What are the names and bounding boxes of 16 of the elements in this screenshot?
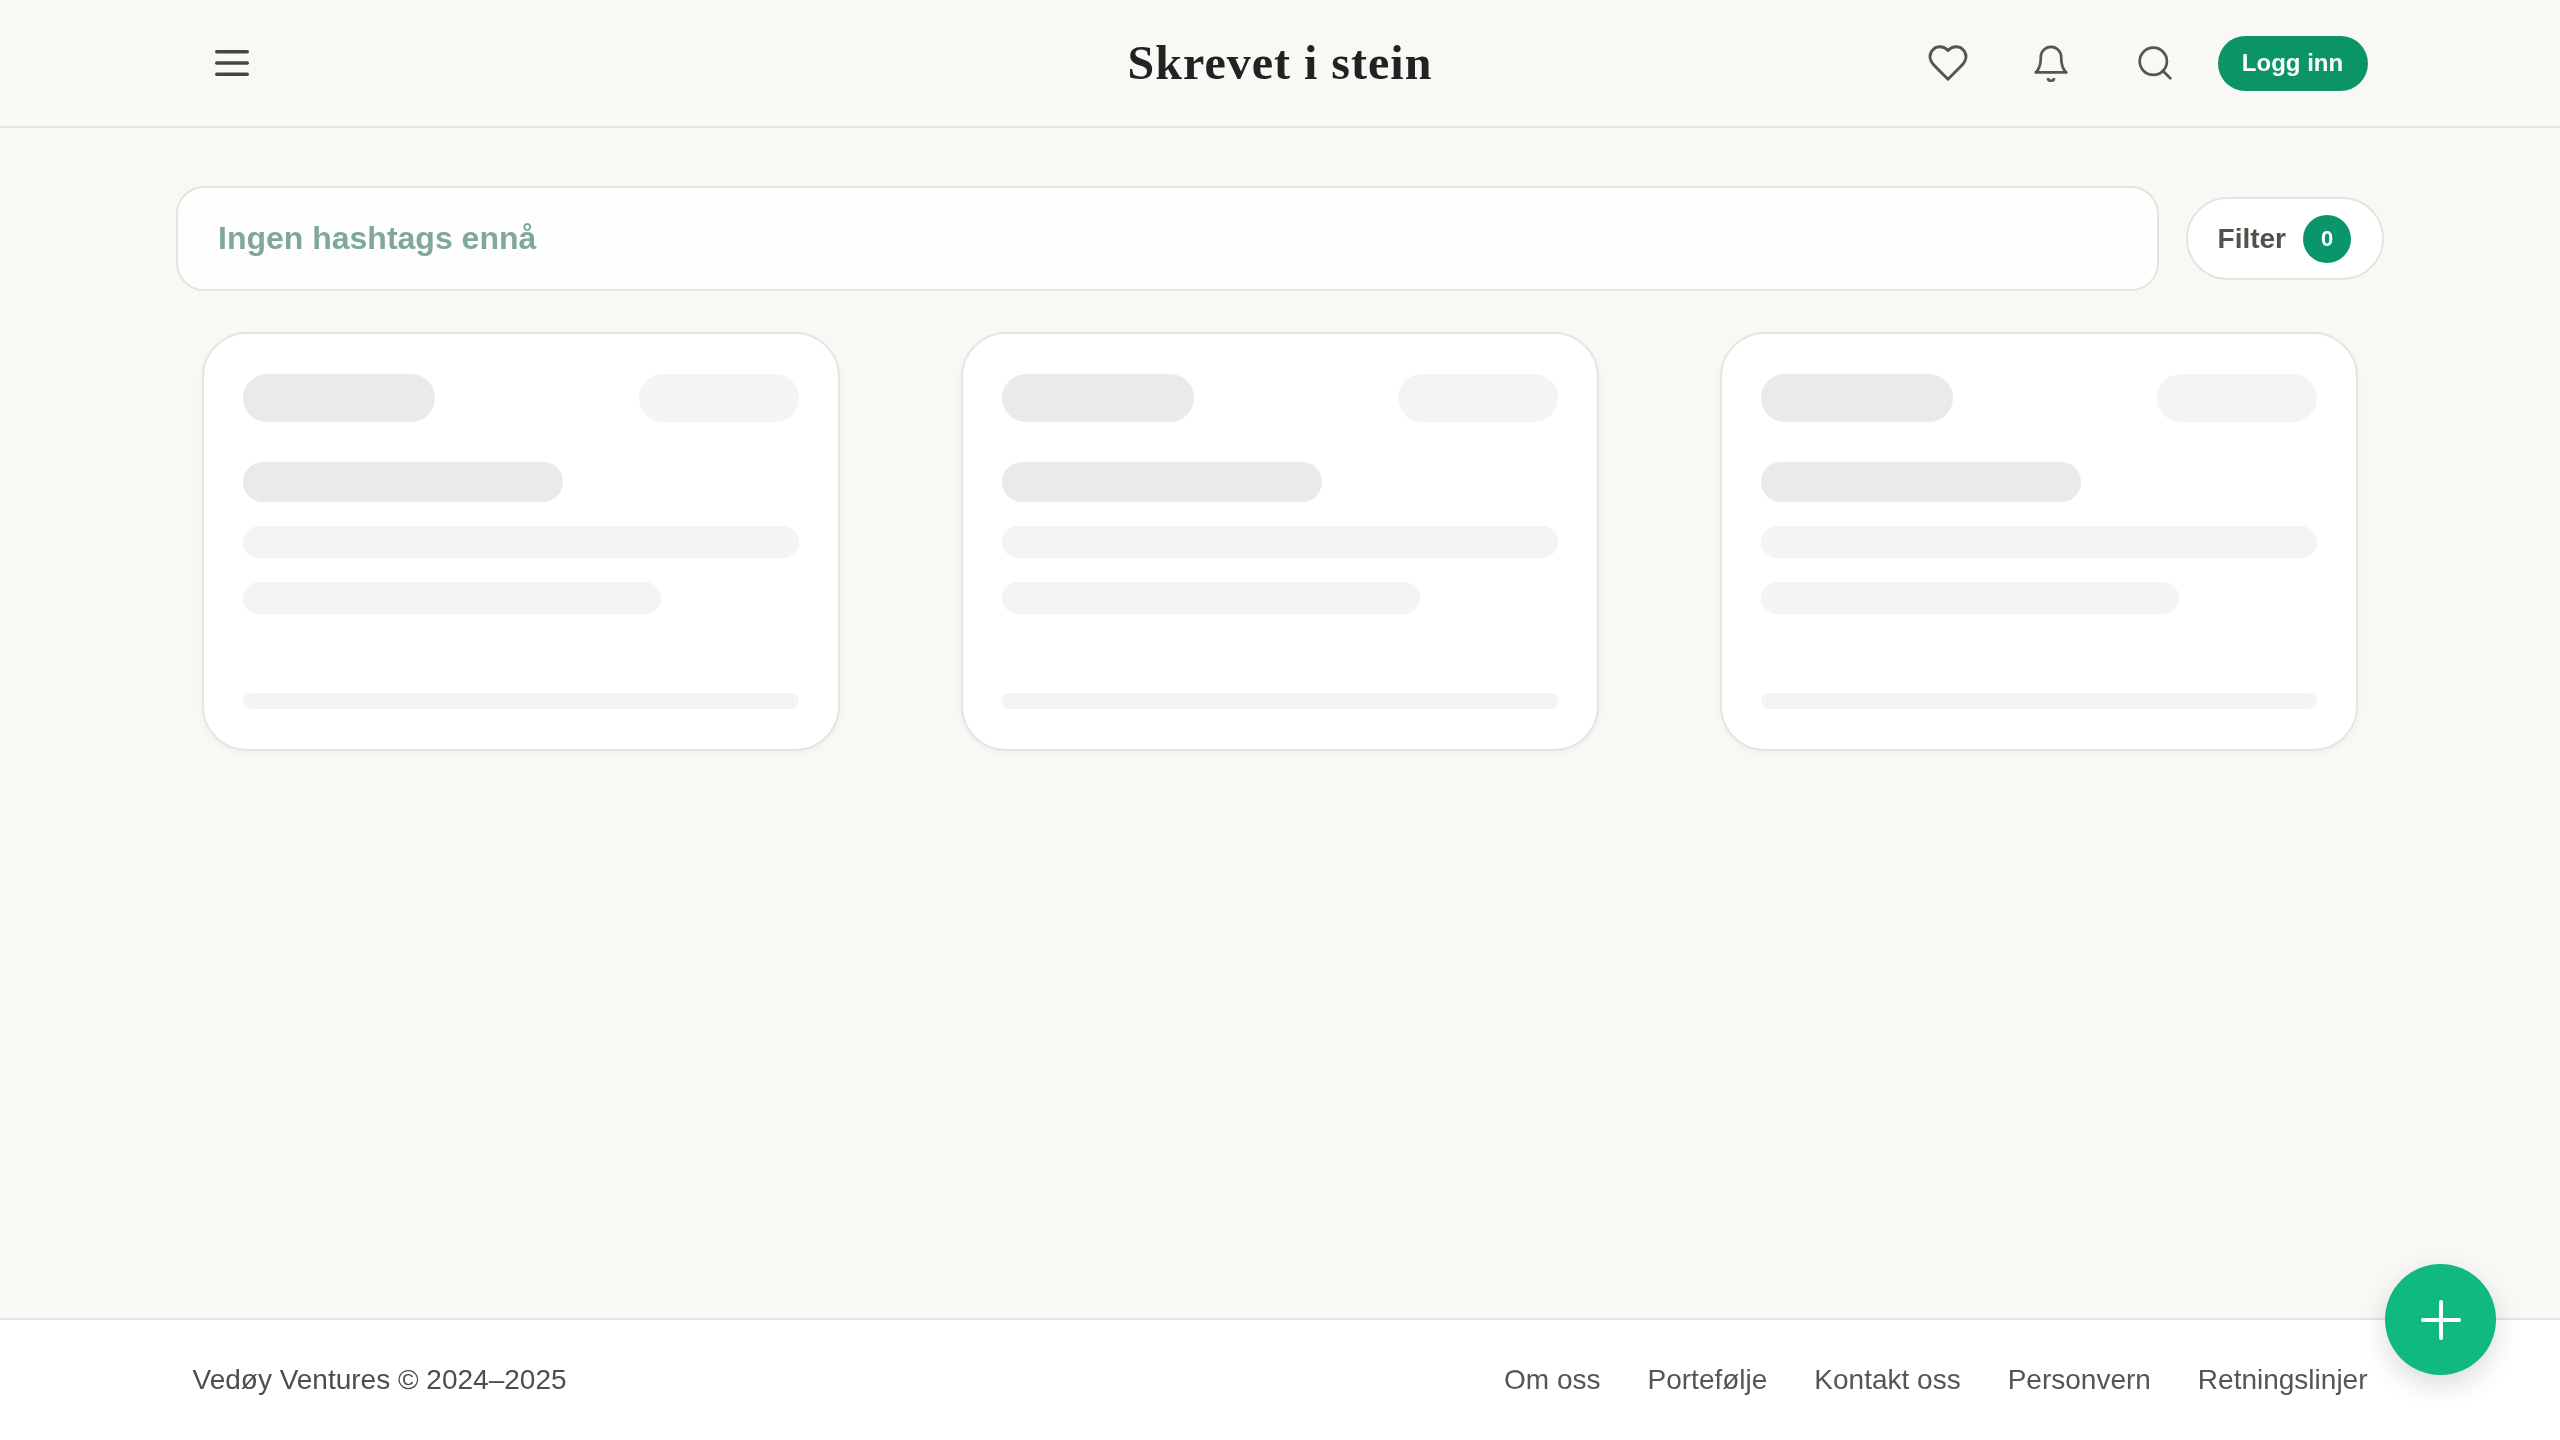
site-title[interactable]: Skrevet i stein <box>1127 36 1433 90</box>
footer-link[interactable]: Kontakt oss <box>1814 1364 1961 1396</box>
footer-link[interactable]: Om oss <box>1504 1364 1601 1396</box>
plus-icon <box>2420 1299 2461 1340</box>
menu-icon[interactable] <box>214 50 249 76</box>
bell-icon[interactable] <box>2033 44 2068 82</box>
login-button[interactable]: Logg inn <box>2217 35 2368 91</box>
footer-link[interactable]: Personvern <box>2007 1364 2151 1396</box>
footer-link[interactable]: Retningslinjer <box>2197 1364 2368 1396</box>
copyright-text: Vedøy Ventures © 2024–2025 <box>192 1364 567 1396</box>
filter-button[interactable]: Filter 0 <box>2185 197 2384 280</box>
count-badge: 0 <box>2303 214 2351 263</box>
heart-icon[interactable] <box>1927 45 1968 81</box>
hashtag-field[interactable]: Ingen hashtags ennå <box>176 186 2159 291</box>
footer-link[interactable]: Portefølje <box>1647 1364 1768 1396</box>
search-icon[interactable] <box>2137 46 2172 80</box>
